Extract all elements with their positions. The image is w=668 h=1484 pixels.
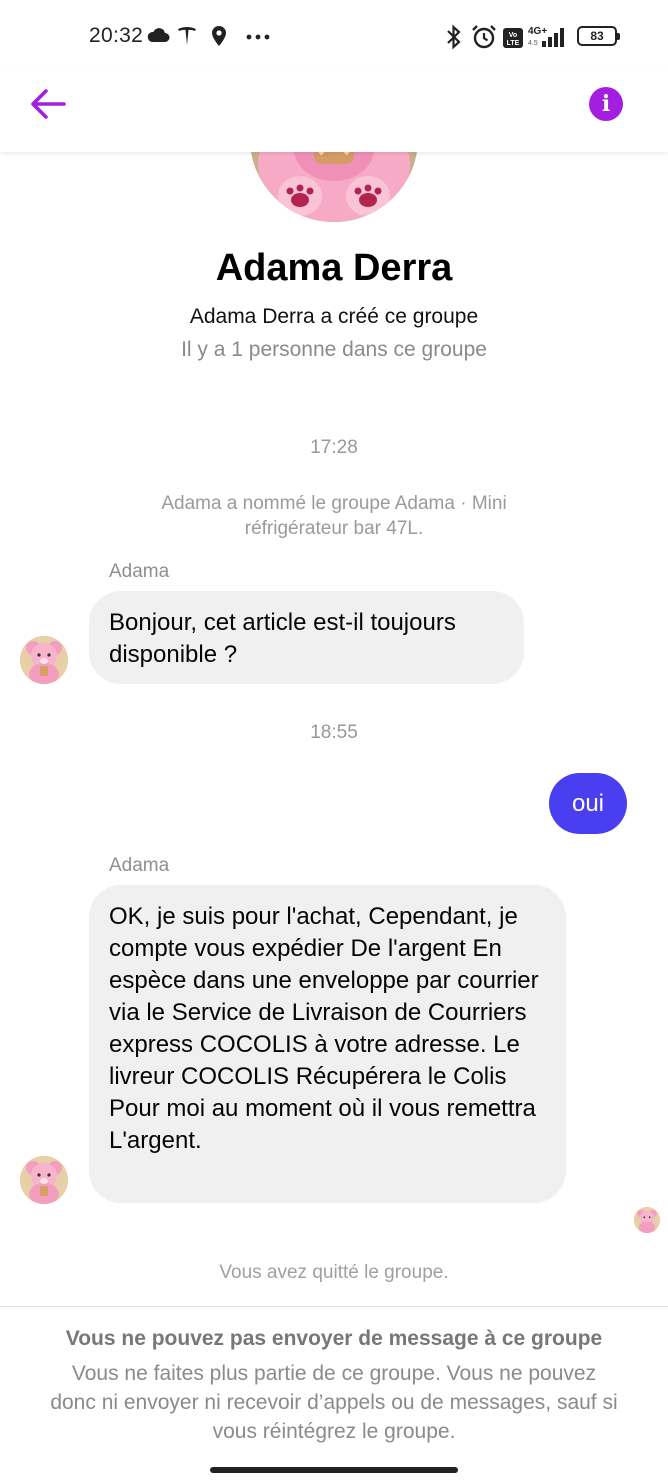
bluetooth-icon: [447, 24, 461, 50]
svg-text:4G+: 4G+: [528, 26, 547, 37]
status-time: 20:32: [89, 24, 144, 47]
notice-body: Vous ne faites plus partie de ce groupe.…: [50, 1362, 618, 1443]
tesla-icon: [178, 27, 196, 45]
battery-icon: 83: [577, 26, 620, 46]
incoming-message-bubble[interactable]: OK, je suis pour l'achat, Cependant, je …: [89, 885, 566, 1203]
timestamp-1: 17:28: [310, 437, 358, 458]
chat-header: i: [0, 72, 668, 152]
outgoing-message-bubble[interactable]: oui: [549, 773, 627, 834]
teddy-bear-avatar-icon: [20, 636, 68, 684]
member-count-text: Il y a 1 personne dans ce groupe: [181, 338, 487, 361]
avatar[interactable]: [20, 636, 68, 684]
cloud-icon: [147, 28, 170, 42]
cannot-send-notice: Vous ne pouvez pas envoyer de message à …: [0, 1306, 668, 1484]
volte-icon: Vo LTE: [503, 28, 523, 48]
arrow-left-icon[interactable]: [28, 86, 68, 122]
alarm-icon: [472, 25, 496, 49]
notice-title: Vous ne pouvez pas envoyer de message à …: [65, 1327, 603, 1350]
system-message-rename: Adama a nommé le groupe Adama · Mini réf…: [161, 493, 507, 539]
timestamp-2: 18:55: [310, 722, 358, 743]
svg-text:LTE: LTE: [507, 40, 520, 47]
svg-text:Vo: Vo: [509, 32, 517, 39]
incoming-message-bubble[interactable]: Bonjour, cet article est-il toujours dis…: [89, 591, 524, 684]
group-name: Adama Derra: [215, 247, 453, 289]
status-bar: 20:32 Vo LTE 4G+ 4.5 83: [0, 0, 668, 72]
read-receipt-avatar: [634, 1207, 660, 1233]
avatar[interactable]: [20, 1156, 68, 1204]
info-icon[interactable]: i: [589, 87, 623, 121]
location-icon: [212, 26, 226, 46]
sender-name: Adama: [109, 561, 170, 582]
sender-name: Adama: [109, 855, 170, 876]
home-indicator[interactable]: [210, 1467, 458, 1473]
more-icon: [246, 34, 270, 40]
signal-4g-icon: 4G+ 4.5: [528, 26, 564, 47]
svg-text:4.5: 4.5: [528, 40, 538, 47]
teddy-bear-avatar-icon: [20, 1156, 68, 1204]
teddy-bear-avatar-icon: [634, 1207, 660, 1233]
left-group-notice: Vous avez quitté le groupe.: [219, 1262, 449, 1283]
group-created-text: Adama Derra a créé ce groupe: [189, 305, 479, 328]
